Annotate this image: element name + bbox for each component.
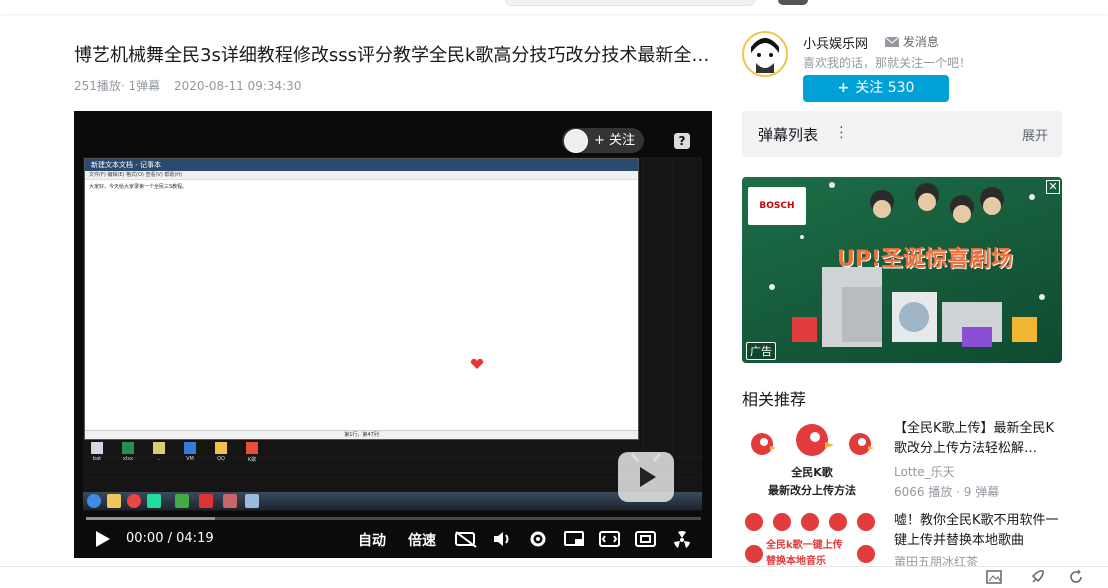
message-link[interactable]: 发消息 [884,33,939,50]
browser-icon [127,494,141,508]
desktop-icon: .. [148,442,170,463]
widescreen-icon[interactable] [599,530,621,548]
fullscreen-icon[interactable] [635,530,657,548]
uploader-mini-avatar [564,129,588,153]
player-follow-chip[interactable]: + 关注 [562,128,644,153]
related-title[interactable]: 【全民K歌上传】最新全民K歌改分上传方法轻松解… [894,419,1062,459]
heart-cursor-icon [470,358,484,369]
notepad-text: 大家好，今天给大家录第一个全民三S教程。 [89,184,188,190]
notepad-menu: 文件(F) 编辑(E) 格式(O) 查看(V) 帮助(H) [85,171,638,180]
play-count: 251播放 [74,79,121,93]
start-icon [87,494,101,508]
help-icon[interactable]: ? [674,133,690,149]
follow-text: 关注 [609,133,636,148]
desktop-icon: QQ [210,442,232,463]
thumb-caption: 替换本地音乐 [766,556,826,566]
publish-date: 2020-08-11 09:34:30 [174,79,302,93]
duration: 04:19 [176,531,214,546]
desktop-icon: K歌 [241,442,263,463]
desktop-icon: VM [179,442,201,463]
bottom-toolbar [0,566,1108,588]
play-icon[interactable] [94,529,112,549]
ad-banner[interactable]: BOSCH UP!圣诞惊喜剧场 [742,177,1062,363]
user-avatar[interactable] [778,0,808,5]
uploader-signature: 喜欢我的话，那就关注一个吧！ [803,56,972,70]
refresh-icon[interactable] [1068,569,1084,585]
thumb-caption: 全民K歌 [791,466,833,479]
video-title: 博艺机械舞全民3s详细教程修改sss评分教学全民k歌高分技巧改分技术最新全… [74,45,710,66]
notepad-titlebar: 新建文本文档 - 记事本 [85,159,638,171]
danmaku-panel[interactable]: 弹幕列表 ⋮ 展开 [742,111,1062,157]
progress-bar[interactable] [86,517,701,520]
related-title[interactable]: 嘘！教你全民K歌不用软件一键上传并替换本地歌曲 [894,511,1062,551]
picture-in-picture-icon[interactable] [564,530,586,548]
volume-icon[interactable] [492,530,512,548]
related-heading: 相关推荐 [742,390,807,409]
settings-gear-icon[interactable] [528,529,548,549]
buffer-bar [86,517,216,520]
video-meta: 251播放· 1弹幕 2020-08-11 09:34:30 [74,77,311,94]
current-time: 00:00 [126,531,164,546]
ad-close-icon[interactable]: ✕ [1046,180,1060,194]
player-follow-label: + 关注 [594,133,636,148]
thumb-caption: 全民k歌一键上传 [766,540,843,551]
related-thumbnail[interactable]: 全民K歌 最新改分上传方法 [742,420,882,500]
related-stats: 6066 播放 · 9 弹幕 [894,485,1000,499]
windows-taskbar [83,492,702,510]
uploader-name[interactable]: 小兵娱乐网 [803,33,868,52]
radiation-icon[interactable] [672,530,692,550]
desktop-icons: bat xlsx .. VM QQ K歌 [86,442,263,463]
related-author[interactable]: Lotte_乐天 [894,463,955,480]
follow-button[interactable]: + 关注 530 [803,75,949,102]
notepad-status: 第1行，第47列 [85,430,638,439]
desktop-icon: xlsx [117,442,139,463]
notepad-window: 新建文本文档 - 记事本 文件(F) 编辑(E) 格式(O) 查看(V) 帮助(… [84,158,639,440]
image-icon[interactable] [986,569,1002,585]
ad-headline: UP!圣诞惊喜剧场 [837,247,1014,272]
mail-icon [884,36,900,47]
app-icon [175,494,189,508]
follow-button-label: 关注 530 [855,80,915,96]
time-display: 00:00 / 04:19 [126,531,214,546]
avatar-face-icon [745,34,785,74]
danmaku-off-icon[interactable] [454,530,478,548]
rocket-icon[interactable] [1030,569,1046,585]
search-input[interactable] [505,0,755,6]
time-separator: / [167,531,172,546]
big-play-button[interactable] [618,452,674,502]
folder-icon [107,494,121,508]
app-icon [223,494,237,508]
desktop-icon: bat [86,442,108,463]
danmaku-count: · 1弹幕 [120,79,161,93]
app-icon [147,494,161,508]
related-thumbnail[interactable]: 全民k歌一键上传 替换本地音乐 [742,510,882,566]
plus-icon: + [837,80,850,96]
app-icon [199,494,213,508]
message-label: 发消息 [902,35,939,49]
speed-button[interactable]: 倍速 [408,530,436,550]
uploader-avatar[interactable] [742,31,788,77]
thumb-caption: 最新改分上传方法 [768,484,856,497]
play-icon [630,453,662,487]
danmaku-title: 弹幕列表 [758,126,819,144]
auto-quality-button[interactable]: 自动 [358,530,386,550]
more-options-icon[interactable]: ⋮ [834,123,849,141]
app-icon [245,494,259,508]
ad-tag: 广告 [746,342,776,360]
expand-button[interactable]: 展开 [1022,125,1048,144]
